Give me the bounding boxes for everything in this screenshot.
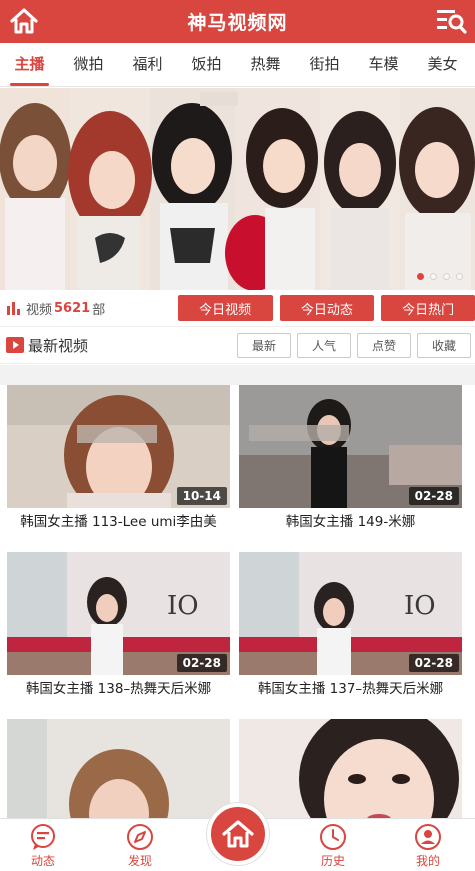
video-grid: 10-14 韩国女主播 113-Lee umi李由美 02-28 韩国女主播 1… (0, 385, 475, 825)
video-count-prefix: 视频 (26, 302, 53, 318)
video-title[interactable]: 韩国女主播 149-米娜 (239, 508, 462, 540)
video-card[interactable]: IO 02-28 韩国女主播 137–热舞天后米娜 (239, 552, 462, 707)
nav-label: 历史 (320, 854, 345, 868)
header: 神马视频网 (0, 0, 475, 43)
menu-search-button[interactable] (435, 6, 467, 36)
tab-rewu[interactable]: 热舞 (236, 43, 295, 86)
tab-zhubo[interactable]: 主播 (0, 43, 59, 86)
tab-jiepai[interactable]: 街拍 (295, 43, 354, 86)
video-date-badge: 02-28 (408, 654, 459, 672)
banner-image (0, 88, 475, 290)
video-title[interactable]: 韩国女主播 138–热舞天后米娜 (7, 675, 230, 707)
thumbnail-image (7, 719, 230, 825)
sort-likes-button[interactable]: 点赞 (357, 332, 411, 358)
carousel-dot[interactable] (430, 273, 437, 280)
carousel-dot[interactable] (417, 273, 424, 280)
menu-search-icon (437, 10, 467, 34)
home-icon (222, 820, 254, 848)
nav-dongtai[interactable]: 动态 (8, 823, 78, 869)
video-thumbnail[interactable]: IO 02-28 (239, 552, 462, 675)
carousel-dots (417, 273, 463, 280)
user-icon (415, 824, 441, 850)
banner-carousel[interactable] (0, 88, 475, 290)
video-count-number: 5621 (54, 300, 91, 316)
video-thumbnail[interactable] (7, 719, 230, 825)
compass-icon (127, 824, 153, 850)
today-updates-button[interactable]: 今日动态 (279, 295, 375, 321)
latest-videos-header: 最新视频 最新 人气 点赞 收藏 (0, 326, 475, 364)
video-card[interactable]: 02-28 韩国女主播 149-米娜 (239, 385, 462, 540)
video-thumbnail[interactable]: 02-28 (239, 385, 462, 508)
sort-newest-button[interactable]: 最新 (237, 332, 291, 358)
video-count: 视频 5621 部 (0, 299, 176, 318)
svg-text:IO: IO (404, 591, 436, 621)
page-title: 神马视频网 (187, 12, 288, 34)
stats-bar: 视频 5621 部 今日视频 今日动态 今日热门 (0, 292, 475, 324)
app: 神马视频网 主播 微拍 福利 饭拍 热舞 街拍 车模 美女 视频 5621 部 … (0, 0, 475, 871)
tab-weipai[interactable]: 微拍 (59, 43, 118, 86)
tab-chemo[interactable]: 车模 (354, 43, 413, 86)
video-card[interactable]: 10-14 韩国女主播 113-Lee umi李由美 (7, 385, 230, 540)
video-thumbnail[interactable]: 10-14 (7, 385, 230, 508)
carousel-dot[interactable] (443, 273, 450, 280)
video-card[interactable] (239, 719, 462, 825)
nav-lishi[interactable]: 历史 (298, 823, 368, 869)
svg-text:IO: IO (167, 591, 199, 621)
tab-fanpai[interactable]: 饭拍 (177, 43, 236, 86)
thumbnail-image (239, 719, 462, 825)
bar-chart-icon (7, 302, 20, 315)
sort-popular-button[interactable]: 人气 (297, 332, 351, 358)
video-date-badge: 02-28 (176, 654, 227, 672)
nav-label: 发现 (127, 854, 152, 868)
video-thumbnail[interactable] (239, 719, 462, 825)
spacer (0, 365, 475, 385)
sort-favorites-button[interactable]: 收藏 (417, 332, 471, 358)
carousel-dot[interactable] (456, 273, 463, 280)
video-date-badge: 10-14 (176, 487, 227, 505)
video-thumbnail[interactable]: IO 02-28 (7, 552, 230, 675)
video-count-suffix: 部 (92, 302, 106, 318)
home-fab-button[interactable] (207, 803, 269, 865)
nav-label: 我的 (415, 854, 440, 868)
nav-label: 动态 (30, 854, 55, 868)
tab-meinv[interactable]: 美女 (413, 43, 472, 86)
home-icon (10, 8, 38, 34)
today-hot-button[interactable]: 今日热门 (381, 295, 475, 321)
video-date-badge: 02-28 (408, 487, 459, 505)
category-tabs: 主播 微拍 福利 饭拍 热舞 街拍 车模 美女 (0, 43, 475, 87)
clock-icon (320, 824, 346, 850)
play-icon (6, 337, 24, 353)
video-card[interactable] (7, 719, 230, 825)
video-card[interactable]: IO 02-28 韩国女主播 138–热舞天后米娜 (7, 552, 230, 707)
today-videos-button[interactable]: 今日视频 (177, 295, 273, 321)
tab-fuli[interactable]: 福利 (118, 43, 177, 86)
nav-faxian[interactable]: 发现 (105, 823, 175, 869)
video-title[interactable]: 韩国女主播 137–热舞天后米娜 (239, 675, 462, 707)
nav-wode[interactable]: 我的 (393, 823, 463, 869)
home-button[interactable] (8, 5, 40, 37)
video-title[interactable]: 韩国女主播 113-Lee umi李由美 (7, 508, 230, 540)
bottom-nav: 动态 发现 历史 我的 (0, 803, 475, 871)
section-title: 最新视频 (28, 336, 89, 355)
chat-bubble-icon (31, 824, 55, 850)
